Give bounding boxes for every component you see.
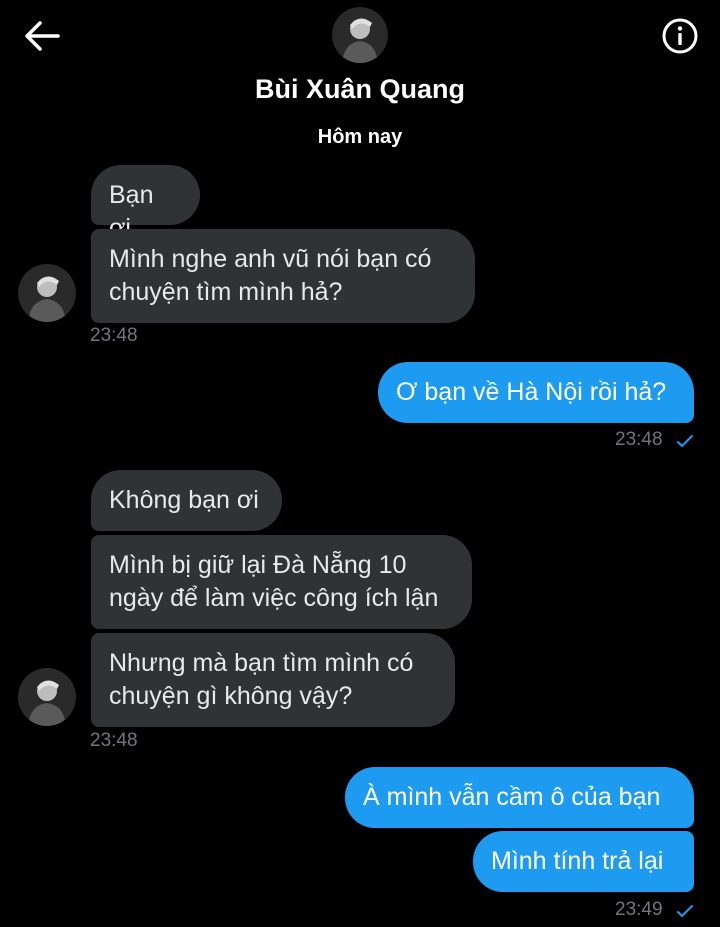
- date-separator: Hôm nay: [317, 126, 403, 148]
- message-timestamp: 23:49: [615, 899, 663, 920]
- sender-avatar[interactable]: [18, 264, 76, 322]
- read-check-icon: [677, 435, 693, 447]
- message-bubble[interactable]: Mình bị giữ lại Đà Nẵng 10 ngày để làm v…: [91, 535, 472, 629]
- sender-avatar[interactable]: [18, 668, 76, 726]
- arrow-left-icon: [25, 21, 60, 51]
- contact-avatar[interactable]: [332, 7, 388, 63]
- message-bubble[interactable]: Mình tính trả lại: [473, 831, 694, 892]
- info-button[interactable]: [660, 16, 700, 56]
- message-timestamp: 23:48: [90, 730, 138, 751]
- message-bubble[interactable]: À mình vẫn cầm ô của bạn: [345, 767, 694, 828]
- message-bubble[interactable]: Bạn ơi: [91, 165, 200, 242]
- message-timestamp: 23:48: [90, 325, 138, 346]
- message-timestamp: 23:48: [615, 429, 663, 450]
- back-button[interactable]: [22, 18, 62, 54]
- message-bubble[interactable]: Không bạn ơi: [91, 470, 282, 531]
- message-bubble[interactable]: Ơ bạn về Hà Nội rồi hả?: [378, 362, 694, 423]
- contact-name[interactable]: Bùi Xuân Quang: [0, 74, 720, 105]
- read-check-icon: [677, 905, 693, 917]
- info-icon: [662, 18, 698, 54]
- message-bubble[interactable]: Mình nghe anh vũ nói bạn có chuyện tìm m…: [91, 229, 475, 323]
- message-bubble[interactable]: Nhưng mà bạn tìm mình có chuyện gì không…: [91, 633, 455, 727]
